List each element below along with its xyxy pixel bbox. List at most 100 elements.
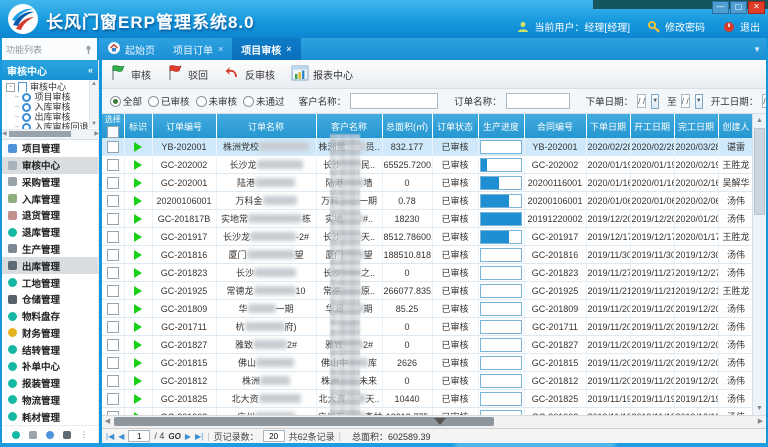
collapse-panel-icon[interactable]: « [88,65,93,75]
sidebar-item-项目管理[interactable]: 项目管理 [2,140,98,157]
next-page-icon[interactable]: ▶ [185,432,191,441]
tree-item-入库审核[interactable]: –入库审核 [2,102,99,112]
sidebar-item-报装管理[interactable]: 报装管理 [2,375,98,392]
radio-button-icon[interactable] [243,96,254,107]
column-header-订单名称[interactable]: 订单名称 [216,114,316,138]
sidebar-item-工地管理[interactable]: 工地管理 [2,274,98,291]
table-row[interactable]: GC-201817B实地常栋实地#..18230已审核2019122000220… [102,210,754,228]
function-list-box[interactable]: 功能列表 [2,38,99,60]
scroll-down-icon[interactable]: ▼ [753,402,766,415]
table-row[interactable]: GC-201815佛山佛山中库2626已审核GC-2018152019/11/2… [102,354,754,372]
select-all-checkbox[interactable] [107,126,119,138]
反审核-button[interactable]: 反审核 [224,64,275,84]
table-row[interactable]: 20200106001万科金万科一期0.78已审核202001060012020… [102,192,754,210]
scroll-down-icon[interactable]: ▼ [90,120,98,128]
row-checkbox[interactable] [107,231,119,243]
scroll-up-icon[interactable]: ▲ [90,80,98,88]
table-row[interactable]: GC-201711杭府)0已审核GC-2017112019/11/202019/… [102,318,754,336]
tree-collapse-icon[interactable]: − [6,83,15,92]
sidebar-item-退库管理[interactable]: 退库管理 [2,224,98,241]
table-row[interactable]: GC-201825北大资北大资天..10440已审核GC-2018252019/… [102,390,754,408]
row-checkbox[interactable] [107,375,119,387]
minimize-button[interactable]: — [712,1,729,14]
table-row[interactable]: GC-202002长沙龙长沙民..65525.7200..已审核GC-20200… [102,156,754,174]
sidebar-panel-header[interactable]: 审核中心 « [2,60,98,80]
column-header-生产进度[interactable]: 生产进度 [478,114,524,138]
tab-起始页[interactable]: 起始页 [99,38,164,60]
sidebar-item-生产管理[interactable]: 生产管理 [2,241,98,258]
tree-hscroll-thumb[interactable] [9,131,71,137]
customer-name-input[interactable] [350,93,438,109]
row-checkbox[interactable] [107,357,119,369]
table-row[interactable]: GC-201809华一期华润期85.25已审核GC-2018092019/11/… [102,300,754,318]
tree-item-出库审核[interactable]: –出库审核 [2,112,99,122]
order-date-input[interactable]: / / [637,94,646,108]
radio-未审核[interactable]: 未审核 [196,94,238,108]
scroll-left-icon[interactable]: ◀ [102,416,113,427]
table-row[interactable]: YB-202001株洲党校株洲党员..832.177已审核YB-20200120… [102,138,754,156]
row-checkbox[interactable] [107,393,119,405]
sidebar-item-财务管理[interactable]: 财务管理 [2,324,98,341]
sidebar-item-物流管理[interactable]: 物流管理 [2,391,98,408]
order-date-end-input[interactable]: / / [681,94,690,108]
sidebar-item-审核中心[interactable]: 审核中心 [2,157,98,174]
scroll-left-icon[interactable]: ◀ [2,130,7,139]
sidebar-item-结转管理[interactable]: 结转管理 [2,341,98,358]
radio-button-icon[interactable] [110,96,121,107]
row-checkbox[interactable] [107,321,119,333]
table-vertical-scrollbar[interactable]: ▲ ▼ [752,114,766,415]
page-number-input[interactable] [128,430,150,442]
first-page-icon[interactable]: |◀ [106,432,114,441]
row-checkbox[interactable] [107,141,119,153]
row-checkbox[interactable] [107,177,119,189]
footer-dot-icon[interactable] [12,431,20,439]
splitter-handle-icon[interactable] [434,418,446,425]
column-header-订单状态[interactable]: 订单状态 [432,114,478,138]
column-header-总面积(㎡)[interactable]: 总面积(㎡) [382,114,432,138]
tree-item-项目审核[interactable]: –项目审核 [2,92,99,102]
驳回-button[interactable]: 驳回 [167,64,208,84]
scroll-up-icon[interactable]: ▲ [753,114,766,127]
table-row[interactable]: GC-202001陆港陆港墙0已审核202001160012020/01/162… [102,174,754,192]
tab-close-icon[interactable]: × [286,44,291,54]
审核-button[interactable]: 审核 [110,64,151,84]
column-header-开工日期[interactable]: 开工日期 [630,114,674,138]
maximize-button[interactable]: ▢ [730,1,747,14]
sidebar-item-物料盘存[interactable]: 物料盘存 [2,308,98,325]
footer-box-icon[interactable] [63,431,71,439]
row-checkbox[interactable] [107,303,119,315]
row-checkbox[interactable] [107,267,119,279]
logout-link[interactable]: 退出 [740,19,760,34]
row-checkbox[interactable] [107,213,119,225]
sidebar-item-仓储管理[interactable]: 仓储管理 [2,291,98,308]
order-date-end-dropdown-icon[interactable]: ▼ [695,94,703,109]
table-row[interactable]: GC-201917长沙龙-2#长沙天..8512.78600..已审核GC-20… [102,228,754,246]
tree-root[interactable]: − 审核中心 [2,82,90,92]
sidebar-item-采购管理[interactable]: 采购管理 [2,174,98,191]
footer-cart-icon[interactable] [29,431,37,439]
pin-icon[interactable] [84,45,93,54]
sidebar-item-补单中心[interactable]: 补单中心 [2,358,98,375]
sidebar-item-出库管理[interactable]: 出库管理 [2,257,98,274]
column-header-完工日期[interactable]: 完工日期 [674,114,718,138]
scroll-right-icon[interactable]: ▶ [755,416,766,427]
row-checkbox[interactable] [107,249,119,261]
tab-overflow-icon[interactable]: ▼ [753,45,766,54]
order-date-dropdown-icon[interactable]: ▼ [651,94,659,109]
prev-page-icon[interactable]: ◀ [118,432,124,441]
sidebar-item-入库管理[interactable]: 入库管理 [2,190,98,207]
column-header-选择[interactable]: 选择 [102,114,124,138]
close-button[interactable]: ✕ [748,1,765,14]
column-header-标识[interactable]: 标识 [124,114,152,138]
column-header-合同编号[interactable]: 合同编号 [524,114,586,138]
radio-已审核[interactable]: 已审核 [148,94,190,108]
radio-button-icon[interactable] [148,96,159,107]
footer-more-icon[interactable]: ⋮ [80,431,88,439]
footer-pen-icon[interactable] [46,431,54,439]
table-row[interactable]: GC-201812株洲株洲未来0已审核GC-2018122019/11/2020… [102,372,754,390]
row-checkbox[interactable] [107,285,119,297]
order-name-input[interactable] [506,93,570,109]
radio-button-icon[interactable] [196,96,207,107]
tab-close-icon[interactable]: × [218,44,223,54]
radio-全部[interactable]: 全部 [110,94,142,108]
